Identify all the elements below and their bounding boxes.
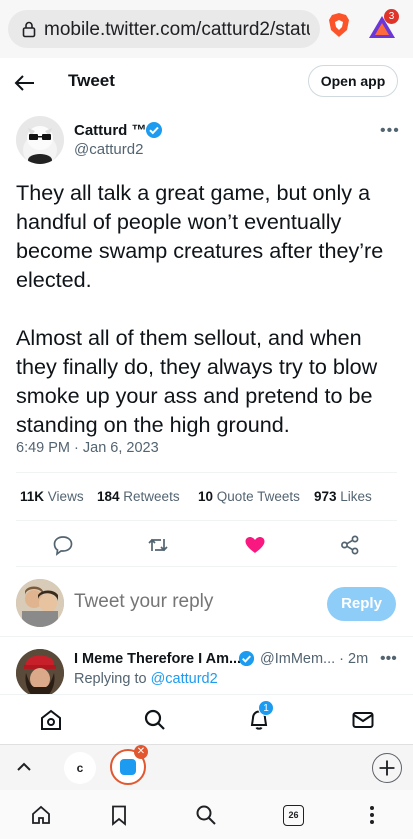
author-avatar[interactable] [16, 116, 64, 164]
search-icon[interactable] [143, 708, 167, 732]
messages-icon[interactable] [351, 708, 375, 732]
menu-dots-icon[interactable] [361, 804, 383, 826]
views-stat[interactable]: 11K Views [20, 489, 84, 504]
replying-to-link[interactable]: @catturd2 [151, 671, 218, 687]
notifications-badge: 1 [258, 700, 274, 716]
new-tab-plus-icon[interactable] [372, 753, 402, 783]
back-arrow-icon[interactable] [14, 72, 36, 94]
reply-author-avatar[interactable] [16, 649, 64, 697]
browser-tab-strip: c ✕ [0, 744, 413, 790]
divider [0, 636, 413, 637]
twitter-bottom-nav [0, 694, 413, 744]
tweet-paragraph: They all talk a great game, but only a h… [16, 180, 384, 292]
tweet-timestamp[interactable]: 6:49 PM · Jan 6, 2023 [16, 440, 159, 456]
divider [16, 520, 397, 521]
more-options-icon[interactable]: ••• [380, 650, 397, 668]
quote-tweets-stat[interactable]: 10 Quote Tweets [198, 489, 300, 504]
author-name[interactable]: Catturd ™ [74, 122, 147, 139]
brave-shields-icon[interactable] [328, 12, 350, 38]
like-heart-icon[interactable] [244, 534, 266, 556]
current-user-avatar[interactable] [16, 579, 64, 627]
replying-to: Replying to @catturd2 [74, 671, 218, 687]
browser-bottom-bar [0, 790, 413, 839]
reply-input[interactable] [74, 591, 314, 613]
chevron-up-icon[interactable] [14, 757, 34, 777]
verified-badge-icon [238, 650, 255, 667]
retweets-stat[interactable]: 184 Retweets [97, 489, 180, 504]
likes-stat[interactable]: 973 Likes [314, 489, 372, 504]
browser-search-icon[interactable] [195, 804, 217, 826]
reply-author-handle[interactable]: @ImMem... · 2m [260, 651, 368, 667]
tweet-text: They all talk a great game, but only a h… [16, 178, 401, 468]
bookmark-icon[interactable] [108, 804, 130, 826]
tab-favicon[interactable]: c [64, 752, 96, 784]
share-icon[interactable] [339, 534, 361, 556]
reply-author-name[interactable]: I Meme Therefore I Am... [74, 651, 241, 667]
reply-button[interactable]: Reply [327, 587, 396, 621]
home-icon[interactable] [39, 708, 63, 732]
lock-icon [22, 21, 36, 38]
page-header: Tweet Open app [0, 58, 413, 106]
close-tab-icon[interactable]: ✕ [134, 745, 148, 759]
verified-badge-icon [146, 122, 162, 138]
rewards-badge: 3 [384, 9, 399, 24]
tweet-paragraph: Almost all of them sellout, and when the… [16, 325, 378, 437]
tab-count-button[interactable]: 26 [283, 805, 304, 826]
more-options-icon[interactable]: ••• [380, 122, 400, 140]
tweet-actions [0, 530, 413, 560]
twitter-favicon-icon [120, 759, 136, 775]
retweet-icon[interactable] [147, 534, 169, 556]
browser-toolbar: mobile.twitter.com/catturd2/status 3 [0, 0, 413, 58]
url-text: mobile.twitter.com/catturd2/status [44, 19, 310, 40]
divider [16, 566, 397, 567]
divider [16, 472, 397, 473]
browser-home-icon[interactable] [30, 804, 52, 826]
author-handle[interactable]: @catturd2 [74, 141, 143, 158]
reply-icon[interactable] [52, 534, 74, 556]
open-app-button[interactable]: Open app [308, 65, 398, 97]
address-bar[interactable]: mobile.twitter.com/catturd2/status [8, 10, 320, 48]
page-title: Tweet [68, 71, 115, 90]
